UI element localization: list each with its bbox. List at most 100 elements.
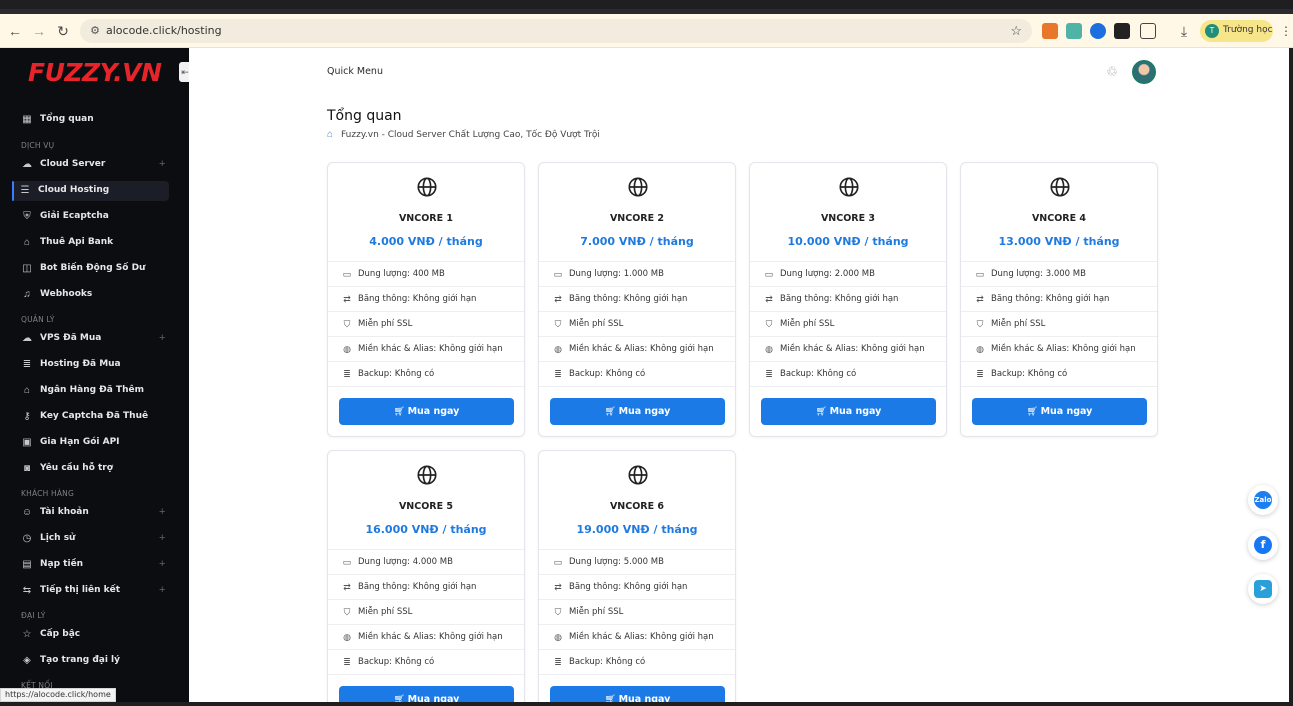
facebook-icon: f <box>1254 536 1272 554</box>
address-bar[interactable]: ⚙ alocode.click/hosting ☆ <box>80 19 1032 43</box>
feature-text: Miền khác & Alias: Không giới hạn <box>358 344 503 354</box>
feature-row: ⇄ Băng thông: Không giới hạn <box>328 287 524 312</box>
reload-icon[interactable]: ↻ <box>54 22 72 40</box>
sidebar-item-history[interactable]: ◷ Lịch sử + <box>14 529 169 549</box>
profile-avatar: T <box>1205 24 1219 38</box>
plan-name: VNCORE 3 <box>820 213 876 224</box>
download-icon[interactable]: ⤓ <box>1175 22 1193 40</box>
sidebar-item-webhooks[interactable]: ♫ Webhooks <box>14 285 169 305</box>
feature-row: ◍ Miền khác & Alias: Không giới hạn <box>750 337 946 362</box>
buy-now-button[interactable]: 🛒︎ Mua ngay <box>972 398 1147 425</box>
telegram-button[interactable]: ➤ <box>1248 574 1278 604</box>
sidebar-item-label: Thuê Api Bank <box>40 237 114 247</box>
shield-icon: ⛉ <box>554 319 562 329</box>
feature-text: Miền khác & Alias: Không giới hạn <box>569 344 714 354</box>
expand-icon[interactable]: + <box>159 584 165 596</box>
buy-now-button[interactable]: 🛒︎ Mua ngay <box>761 398 936 425</box>
sidebar-item-vps-purchased[interactable]: ☁ VPS Đã Mua + <box>14 329 169 349</box>
shield-icon: ⛉ <box>343 607 351 617</box>
feature-text: Miền khác & Alias: Không giới hạn <box>991 344 1136 354</box>
sidebar-item-create-agency[interactable]: ◈ Tạo trang đại lý <box>14 651 169 671</box>
cart-icon: 🛒︎ <box>1026 406 1041 416</box>
globe-icon <box>628 177 648 197</box>
bandwidth-icon: ⇄ <box>343 294 351 304</box>
sidebar-item-overview[interactable]: ▦ Tổng quan <box>14 110 169 130</box>
hard-drive-icon: ▭ <box>975 269 985 279</box>
logo[interactable]: FUZZY.VN <box>28 58 162 87</box>
plan-name: VNCORE 2 <box>609 213 665 224</box>
buy-now-label: Mua ngay <box>618 406 671 417</box>
sidebar-item-balance-bot[interactable]: ◫ Bot Biến Động Số Dư <box>14 259 169 279</box>
feature-text: Băng thông: Không giới hạn <box>780 294 899 304</box>
sidebar-item-label: Ngân Hàng Đã Thêm <box>40 385 144 395</box>
address-url[interactable]: alocode.click/hosting <box>106 24 222 37</box>
sidebar-item-label: Giải Ecaptcha <box>40 211 109 221</box>
notification-bell-icon[interactable]: ♲ <box>1105 64 1119 80</box>
facebook-button[interactable]: f <box>1248 530 1278 560</box>
extension-icon[interactable] <box>1114 23 1130 39</box>
sidebar-item-affiliate[interactable]: ⇆ Tiếp thị liên kết + <box>14 581 169 601</box>
extensions-puzzle-icon[interactable] <box>1140 23 1156 39</box>
sidebar-item-account[interactable]: ☺ Tài khoản + <box>14 503 169 523</box>
profile-chip[interactable]: T Trường học <box>1200 20 1273 42</box>
sidebar-item-rank[interactable]: ☆ Cấp bậc <box>14 625 169 645</box>
feature-row: ⇄ Băng thông: Không giới hạn <box>961 287 1157 312</box>
feature-row: ⇄ Băng thông: Không giới hạn <box>328 575 524 600</box>
browser-menu-icon[interactable]: ⋮ <box>1280 22 1292 40</box>
sidebar-item-api-bank[interactable]: ⌂ Thuê Api Bank <box>14 233 169 253</box>
expand-icon[interactable]: + <box>159 332 165 344</box>
sidebar-item-cloud-server[interactable]: ☁ Cloud Server + <box>14 155 169 175</box>
sidebar-item-renew-api[interactable]: ▣ Gia Hạn Gói API <box>14 433 169 453</box>
feature-text: Backup: Không có <box>991 369 1068 379</box>
sidebar-item-banks-added[interactable]: ⌂ Ngân Hàng Đã Thêm <box>14 381 169 401</box>
feature-text: Backup: Không có <box>569 369 646 379</box>
sidebar-item-hosting-purchased[interactable]: ≣ Hosting Đã Mua <box>14 355 169 375</box>
feature-row: ▭ Dung lượng: 1.000 MB <box>539 262 735 287</box>
back-icon[interactable]: ← <box>6 22 24 40</box>
bandwidth-icon: ⇄ <box>976 294 984 304</box>
user-icon: ☺ <box>21 507 33 518</box>
feature-text: Dung lượng: 4.000 MB <box>358 557 453 567</box>
plan-name: VNCORE 1 <box>398 213 454 224</box>
buy-now-button[interactable]: 🛒︎ Mua ngay <box>339 398 514 425</box>
feature-text: Miễn phí SSL <box>780 319 835 329</box>
extension-icon[interactable] <box>1066 23 1082 39</box>
plan-card: VNCORE 6 19.000 VNĐ / tháng ▭ Dung lượng: 5… <box>538 450 736 706</box>
tab-strip <box>0 0 1293 14</box>
extension-icon[interactable] <box>1090 23 1106 39</box>
star-icon: ☆ <box>22 629 32 640</box>
shield-check-icon: ⛨ <box>23 211 31 222</box>
layers-icon: ◈ <box>23 655 31 666</box>
database-icon: ≣ <box>554 657 562 667</box>
home-icon[interactable]: ⌂ <box>327 129 333 140</box>
sidebar-item-deposit[interactable]: ▤ Nạp tiền + <box>14 555 169 575</box>
sidebar-item-ecaptcha[interactable]: ⛨ Giải Ecaptcha <box>14 207 169 227</box>
expand-icon[interactable]: + <box>159 158 165 170</box>
cloud-icon: ☁ <box>22 333 32 344</box>
metamask-extension-icon[interactable] <box>1042 23 1058 39</box>
expand-icon[interactable]: + <box>159 558 165 570</box>
bookmark-star-icon[interactable]: ☆ <box>1010 23 1022 39</box>
forward-icon[interactable]: → <box>30 22 48 40</box>
feature-row: ⛉ Miễn phí SSL <box>539 312 735 337</box>
sidebar-item-support[interactable]: ◙ Yêu cầu hỗ trợ <box>14 459 169 479</box>
feature-text: Miễn phí SSL <box>358 319 413 329</box>
sidebar-item-captcha-keys[interactable]: ⚷ Key Captcha Đã Thuê <box>14 407 169 427</box>
expand-icon[interactable]: + <box>159 506 165 518</box>
sidebar-item-cloud-hosting[interactable]: ☰ Cloud Hosting <box>12 181 169 201</box>
plan-card: VNCORE 3 10.000 VNĐ / tháng ▭ Dung lượng: 2… <box>749 162 947 437</box>
plan-card: VNCORE 5 16.000 VNĐ / tháng ▭ Dung lượng: 4… <box>327 450 525 706</box>
hard-drive-icon: ▭ <box>342 557 352 567</box>
zalo-button[interactable]: Zalo <box>1248 485 1278 515</box>
expand-icon[interactable]: + <box>159 532 165 544</box>
quick-menu[interactable]: Quick Menu <box>327 66 383 77</box>
breadcrumb[interactable]: Fuzzy.vn - Cloud Server Chất Lượng Cao, … <box>341 130 600 140</box>
site-info-icon[interactable]: ⚙ <box>88 24 102 38</box>
wallet-icon: ▤ <box>22 559 32 570</box>
feature-row: ▭ Dung lượng: 2.000 MB <box>750 262 946 287</box>
buy-now-button[interactable]: 🛒︎ Mua ngay <box>550 398 725 425</box>
feature-text: Backup: Không có <box>358 369 435 379</box>
avatar[interactable] <box>1132 60 1156 84</box>
feature-row: ≣ Backup: Không có <box>961 362 1157 387</box>
buy-now-label: Mua ngay <box>407 406 460 417</box>
